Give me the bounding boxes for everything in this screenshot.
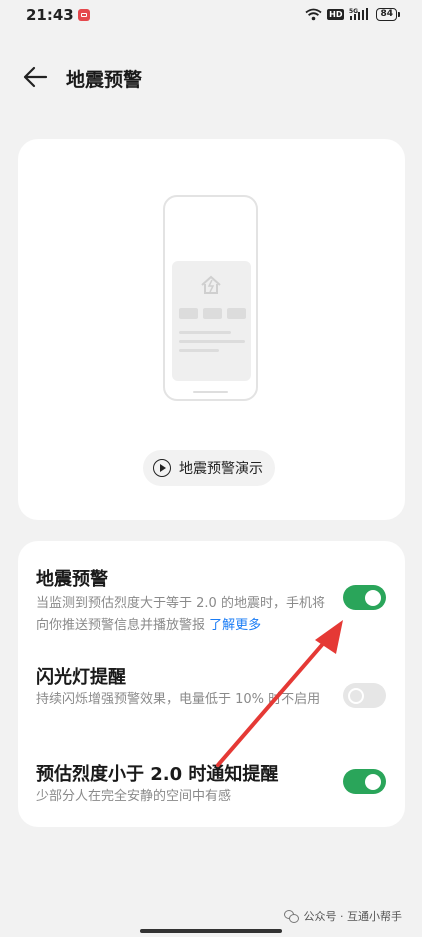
wifi-icon (305, 8, 322, 20)
setting-title: 地震预警 (36, 569, 108, 590)
phone-mockup-illustration (163, 195, 258, 401)
setting-title: 预估烈度小于 2.0 时通知提醒 (36, 764, 279, 785)
setting-row-flash-alert: 闪光灯提醒 持续闪烁增强预警效果，电量低于 10% 时不启用 (18, 641, 405, 741)
hd-icon: HD (327, 8, 345, 20)
setting-title: 闪光灯提醒 (36, 667, 126, 688)
settings-card: 地震预警 当监测到预估烈度大于等于 2.0 的地震时，手机将向你推送预警信息并播… (18, 541, 405, 827)
setting-description: 当监测到预估烈度大于等于 2.0 的地震时，手机将向你推送预警信息并播放警报 了… (36, 593, 336, 637)
watermark: 公众号 · 互通小帮手 (283, 908, 403, 924)
phone-home-bar (193, 391, 228, 393)
setting-row-earthquake-alert: 地震预警 当监测到预估烈度大于等于 2.0 的地震时，手机将向你推送预警信息并播… (18, 541, 405, 641)
setting-description: 少部分人在完全安静的空间中有感 (36, 789, 232, 804)
setting-description: 持续闪烁增强预警效果，电量低于 10% 时不启用 (36, 692, 321, 707)
setting-row-low-intensity-notify: 预估烈度小于 2.0 时通知提醒 少部分人在完全安静的空间中有感 (18, 741, 405, 827)
toggle-knob (348, 687, 364, 704)
demo-button-label: 地震预警演示 (179, 461, 263, 477)
watermark-text: 公众号 · 互通小帮手 (303, 910, 403, 923)
svg-text:5G: 5G (349, 8, 358, 15)
signal-icon: 5G (349, 8, 369, 20)
wechat-icon (283, 909, 299, 923)
play-icon (153, 459, 171, 477)
placeholder-chips (179, 308, 246, 319)
learn-more-link[interactable]: 了解更多 (209, 618, 261, 633)
header: 地震预警 (0, 55, 422, 99)
toggle-knob (365, 773, 381, 790)
phone-screen (172, 261, 251, 381)
page-title: 地震预警 (66, 69, 143, 91)
house-icon (201, 275, 221, 294)
battery-level: 84 (376, 7, 397, 21)
earthquake-alert-toggle[interactable] (343, 585, 386, 610)
status-time: 21:43 (26, 6, 74, 24)
flash-alert-toggle[interactable] (343, 683, 386, 708)
status-icons: HD 5G 84 (305, 7, 400, 21)
home-indicator[interactable] (140, 929, 282, 933)
status-bar: 21:43 HD 5G 84 (0, 0, 422, 32)
battery-icon: 84 (376, 7, 400, 21)
app-notification-icon (78, 9, 90, 21)
setting-description-text: 当监测到预估烈度大于等于 2.0 的地震时，手机将向你推送预警信息并播放警报 (36, 596, 325, 633)
low-intensity-notify-toggle[interactable] (343, 769, 386, 794)
toggle-knob (365, 589, 381, 606)
demo-card: 地震预警演示 (18, 139, 405, 520)
back-arrow-icon[interactable] (22, 65, 48, 89)
demo-play-button[interactable]: 地震预警演示 (143, 450, 275, 486)
